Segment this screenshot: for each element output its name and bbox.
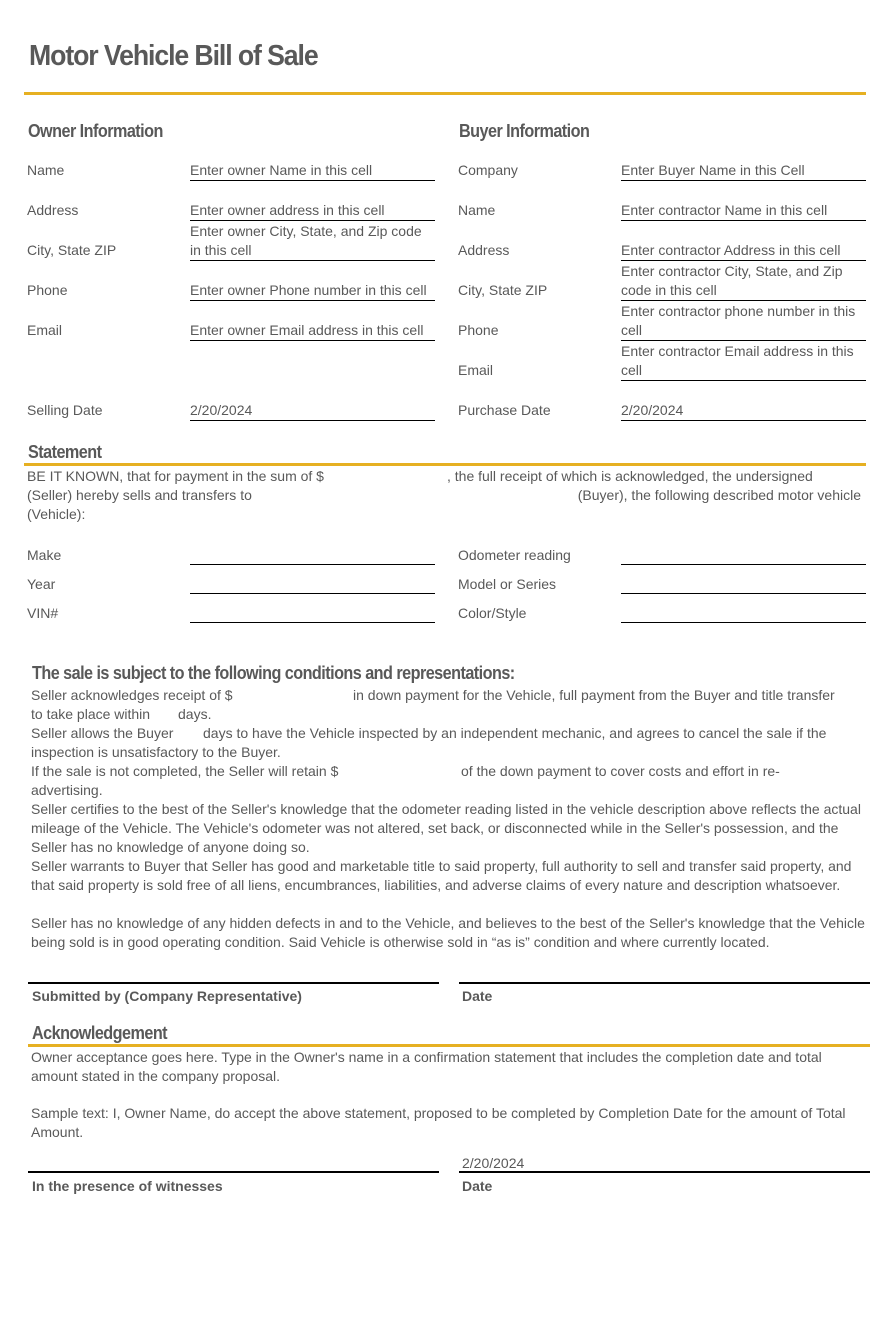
make-label: Make [27, 547, 62, 563]
model-label: Model or Series [458, 576, 557, 592]
statement-line1b: , the full receipt of which is acknowled… [447, 468, 813, 484]
buyer-company-field[interactable]: Enter Buyer Name in this Cell [621, 156, 866, 181]
owner-phone-field[interactable]: Enter owner Phone number in this cell [190, 262, 435, 301]
buyer-city-field[interactable]: Enter contractor City, State, and Zip co… [621, 262, 866, 301]
sample-text-paragraph: Sample text: I, Owner Name, do accept th… [31, 1105, 846, 1140]
representative-signature-line[interactable] [28, 982, 439, 984]
owner-city-field[interactable]: Enter owner City, State, and Zip code in… [190, 222, 435, 261]
inspection-days-field[interactable] [181, 724, 201, 743]
buyer-email-label: Email [458, 362, 494, 378]
buyer-address-field[interactable]: Enter contractor Address in this cell [621, 236, 866, 261]
condition-line-3b: days to have the Vehicle inspected by an… [203, 725, 827, 741]
owner-address-label: Address [27, 202, 79, 218]
buyer-company-label: Company [458, 162, 518, 178]
representative-label: Submitted by (Company Representative) [32, 988, 302, 1004]
buyer-phone-label: Phone [458, 322, 499, 338]
witness-label: In the presence of witnesses [32, 1178, 223, 1194]
year-field[interactable] [190, 573, 435, 594]
buyer-name-label: Name [458, 202, 496, 218]
selling-date-label: Selling Date [27, 402, 103, 418]
condition-title-paragraph: Seller warrants to Buyer that Seller has… [31, 858, 852, 893]
purchase-date-field[interactable]: 2/20/2024 [621, 396, 866, 421]
odometer-label: Odometer reading [458, 547, 571, 563]
buyer-address-label: Address [458, 242, 510, 258]
statement-line2b: (Buyer), the following described motor v… [577, 487, 861, 503]
condition-line-4a: inspection is unsatisfactory to the Buye… [31, 744, 281, 760]
acknowledgement-date-line[interactable] [459, 1171, 870, 1173]
witness-signature-line[interactable] [28, 1171, 439, 1173]
buyer-name-field[interactable]: Enter contractor Name in this cell [621, 196, 866, 221]
owner-email-field[interactable]: Enter owner Email address in this cell [190, 302, 435, 341]
make-field[interactable] [190, 544, 435, 565]
color-field[interactable] [621, 602, 866, 623]
condition-line-3a: Seller allows the Buyer [31, 725, 174, 741]
vin-label: VIN# [27, 605, 59, 621]
owner-phone-label: Phone [27, 282, 68, 298]
statement-line2a: (Seller) hereby sells and transfers to [27, 487, 252, 503]
owner-city-label: City, State ZIP [27, 242, 117, 258]
title-divider [24, 92, 866, 95]
selling-date-field[interactable]: 2/20/2024 [190, 396, 435, 421]
buyer-phone-field[interactable]: Enter contractor phone number in this ce… [621, 302, 866, 341]
owner-name-field[interactable]: Enter owner Name in this cell [190, 156, 435, 181]
statement-divider [24, 463, 866, 466]
owner-heading: Owner Information [28, 121, 163, 141]
acknowledgement-heading: Acknowledgement [32, 1023, 168, 1043]
statement-line3: (Vehicle): [27, 506, 86, 522]
condition-line-2b: days. [178, 706, 212, 722]
acknowledgement-date-label: Date [462, 1178, 493, 1194]
owner-name-label: Name [27, 162, 65, 178]
owner-address-field[interactable]: Enter owner address in this cell [190, 196, 435, 221]
buyer-heading: Buyer Information [459, 121, 590, 141]
vin-field[interactable] [190, 602, 435, 623]
condition-odometer-paragraph: Seller certifies to the best of the Sell… [31, 801, 861, 855]
condition-line-5b: of the down payment to cover costs and e… [461, 763, 780, 779]
buyer-email-field[interactable]: Enter contractor Email address in this c… [621, 342, 866, 381]
year-label: Year [27, 576, 56, 592]
down-payment-field[interactable] [243, 686, 348, 705]
title-transfer-days-field[interactable] [156, 705, 176, 724]
page-title: Motor Vehicle Bill of Sale [29, 40, 319, 72]
condition-line-1a: Seller acknowledges receipt of $ [31, 687, 233, 703]
owner-email-label: Email [27, 322, 63, 338]
acknowledgement-paragraph: Owner acceptance goes here. Type in the … [31, 1049, 822, 1084]
purchase-date-label: Purchase Date [458, 402, 551, 418]
condition-defects-paragraph: Seller has no knowledge of any hidden de… [31, 915, 865, 950]
statement-line1a: BE IT KNOWN, that for payment in the sum… [27, 468, 324, 484]
submitted-date-label: Date [462, 988, 493, 1004]
conditions-heading: The sale is subject to the following con… [32, 663, 515, 683]
model-field[interactable] [621, 573, 866, 594]
odometer-field[interactable] [621, 544, 866, 565]
submitted-date-line[interactable] [459, 982, 870, 984]
condition-line-1b: in down payment for the Vehicle, full pa… [353, 687, 835, 703]
statement-heading: Statement [28, 442, 102, 462]
color-label: Color/Style [458, 605, 527, 621]
payment-sum-field[interactable] [338, 467, 444, 486]
retain-amount-field[interactable] [352, 762, 457, 781]
condition-line-6a: advertising. [31, 782, 103, 798]
acknowledgement-divider [28, 1044, 870, 1047]
condition-line-2a: to take place within [31, 706, 151, 722]
buyer-city-label: City, State ZIP [458, 282, 548, 298]
buyer-name-inline-field[interactable] [265, 486, 565, 505]
condition-line-5a: If the sale is not completed, the Seller… [31, 763, 339, 779]
